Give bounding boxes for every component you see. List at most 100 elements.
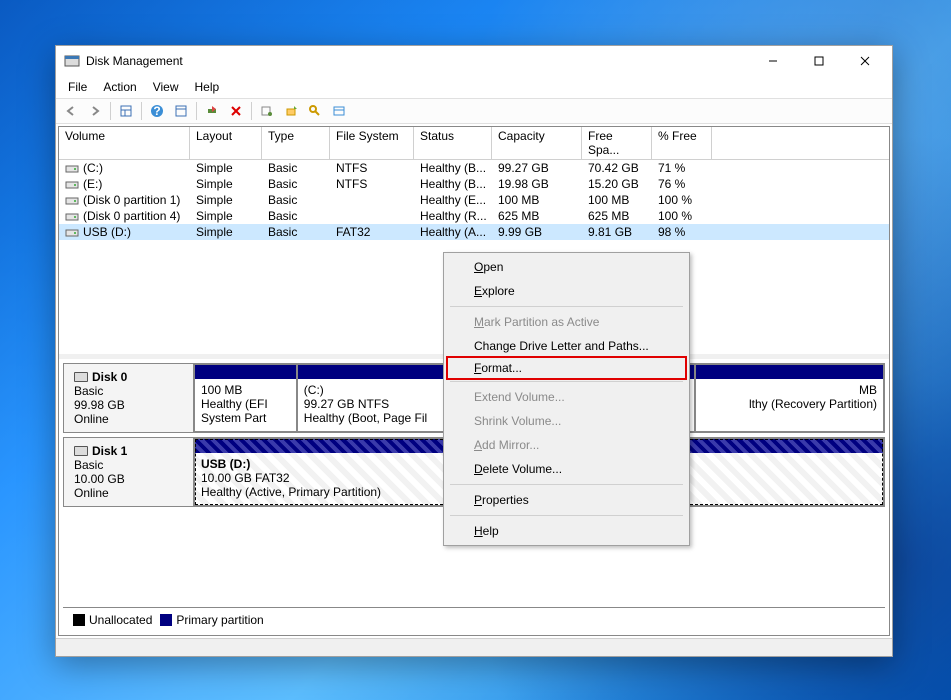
volume-row[interactable]: USB (D:)SimpleBasicFAT32Healthy (A...9.9…: [59, 224, 889, 240]
drive-icon: [65, 209, 79, 223]
maximize-button[interactable]: [796, 46, 842, 76]
rescan-icon[interactable]: [256, 100, 278, 122]
disk-status: Online: [74, 412, 183, 426]
cell-freespace: 15.20 GB: [582, 176, 652, 192]
toolbar-separator: [110, 102, 111, 120]
back-button[interactable]: [60, 100, 82, 122]
cell-layout: Simple: [190, 192, 262, 208]
forward-button[interactable]: [84, 100, 106, 122]
ctx-format[interactable]: Format...: [446, 356, 687, 380]
cell-volume: (E:): [59, 176, 190, 192]
cell-status: Healthy (B...: [414, 160, 492, 176]
column-header-volume[interactable]: Volume: [59, 127, 190, 159]
ctx-delete[interactable]: Delete Volume...: [446, 457, 687, 481]
cell-capacity: 100 MB: [492, 192, 582, 208]
column-header-pctfree[interactable]: % Free: [652, 127, 712, 159]
ctx-shrink: Shrink Volume...: [446, 409, 687, 433]
ctx-open[interactable]: Open: [446, 255, 687, 279]
column-header-fs[interactable]: File System: [330, 127, 414, 159]
cell-fs: FAT32: [330, 224, 414, 240]
cell-fs: [330, 208, 414, 224]
window-controls: [750, 46, 888, 76]
help-button[interactable]: ?: [146, 100, 168, 122]
disk-icon: [74, 446, 88, 456]
ctx-help[interactable]: Help: [446, 519, 687, 543]
cell-pctfree: 100 %: [652, 192, 712, 208]
cell-capacity: 19.98 GB: [492, 176, 582, 192]
titlebar[interactable]: Disk Management: [56, 46, 892, 76]
toolbar: ?: [56, 98, 892, 124]
cell-layout: Simple: [190, 208, 262, 224]
ctx-explore[interactable]: Explore: [446, 279, 687, 303]
partition-bar: [696, 365, 883, 379]
partition-info: MBlthy (Recovery Partition): [696, 379, 883, 431]
properties-icon[interactable]: [170, 100, 192, 122]
cell-capacity: 99.27 GB: [492, 160, 582, 176]
cell-freespace: 70.42 GB: [582, 160, 652, 176]
cell-volume: (C:): [59, 160, 190, 176]
legend-unallocated: Unallocated: [73, 613, 152, 627]
cell-fs: NTFS: [330, 176, 414, 192]
cell-pctfree: 98 %: [652, 224, 712, 240]
cell-layout: Simple: [190, 224, 262, 240]
volume-row[interactable]: (Disk 0 partition 4)SimpleBasic Healthy (…: [59, 208, 889, 224]
cell-volume: USB (D:): [59, 224, 190, 240]
delete-icon[interactable]: [225, 100, 247, 122]
disk-header[interactable]: Disk 0Basic99.98 GBOnline: [64, 364, 194, 432]
menu-file[interactable]: File: [60, 78, 95, 96]
disk-name: Disk 0: [74, 370, 183, 384]
cell-type: Basic: [262, 160, 330, 176]
settings-icon[interactable]: [304, 100, 326, 122]
ctx-change-letter[interactable]: Change Drive Letter and Paths...: [446, 334, 687, 358]
cell-status: Healthy (R...: [414, 208, 492, 224]
volume-list-header[interactable]: VolumeLayoutTypeFile SystemStatusCapacit…: [59, 127, 889, 160]
menu-view[interactable]: View: [145, 78, 187, 96]
column-header-capacity[interactable]: Capacity: [492, 127, 582, 159]
column-header-freespace[interactable]: Free Spa...: [582, 127, 652, 159]
volume-row[interactable]: (C:)SimpleBasicNTFSHealthy (B...99.27 GB…: [59, 160, 889, 176]
disk-size: 99.98 GB: [74, 398, 183, 412]
drive-icon: [65, 161, 79, 175]
volume-row[interactable]: (Disk 0 partition 1)SimpleBasicHealthy (…: [59, 192, 889, 208]
cell-type: Basic: [262, 224, 330, 240]
app-icon: [64, 53, 80, 69]
window-title: Disk Management: [86, 54, 750, 68]
column-header-status[interactable]: Status: [414, 127, 492, 159]
list-icon[interactable]: [328, 100, 350, 122]
partition-info: 100 MBHealthy (EFI System Part: [195, 379, 296, 431]
cell-layout: Simple: [190, 176, 262, 192]
cell-pctfree: 71 %: [652, 160, 712, 176]
close-button[interactable]: [842, 46, 888, 76]
drive-icon: [65, 177, 79, 191]
volume-rows: (C:)SimpleBasicNTFSHealthy (B...99.27 GB…: [59, 160, 889, 240]
cell-type: Basic: [262, 208, 330, 224]
column-header-type[interactable]: Type: [262, 127, 330, 159]
drive-icon: [65, 225, 79, 239]
cell-fs: NTFS: [330, 160, 414, 176]
refresh-icon[interactable]: [201, 100, 223, 122]
volume-row[interactable]: (E:)SimpleBasicNTFSHealthy (B...19.98 GB…: [59, 176, 889, 192]
cell-volume: (Disk 0 partition 4): [59, 208, 190, 224]
cell-pctfree: 76 %: [652, 176, 712, 192]
cell-status: Healthy (E...: [414, 192, 492, 208]
partition[interactable]: MBlthy (Recovery Partition): [695, 364, 884, 432]
new-volume-icon[interactable]: [280, 100, 302, 122]
menu-action[interactable]: Action: [95, 78, 144, 96]
ctx-properties[interactable]: Properties: [446, 488, 687, 512]
menu-help[interactable]: Help: [187, 78, 228, 96]
cell-freespace: 100 MB: [582, 192, 652, 208]
cell-pctfree: 100 %: [652, 208, 712, 224]
partition[interactable]: 100 MBHealthy (EFI System Part: [194, 364, 297, 432]
menubar: File Action View Help: [56, 76, 892, 98]
cell-type: Basic: [262, 192, 330, 208]
ctx-separator: [450, 484, 683, 485]
cell-type: Basic: [262, 176, 330, 192]
disk-header[interactable]: Disk 1Basic10.00 GBOnline: [64, 438, 194, 506]
show-hide-console-button[interactable]: [115, 100, 137, 122]
disk-name: Disk 1: [74, 444, 183, 458]
cell-freespace: 625 MB: [582, 208, 652, 224]
disk-status: Online: [74, 486, 183, 500]
minimize-button[interactable]: [750, 46, 796, 76]
disk-type: Basic: [74, 458, 183, 472]
column-header-layout[interactable]: Layout: [190, 127, 262, 159]
